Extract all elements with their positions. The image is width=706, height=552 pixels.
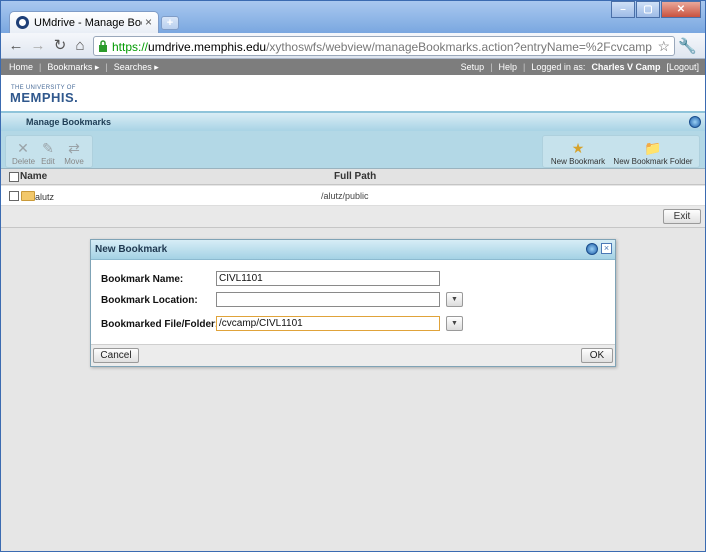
help-icon[interactable] (689, 116, 701, 128)
bookmark-name-label: Bookmark Name: (101, 274, 184, 285)
bookmark-location-input[interactable] (216, 292, 440, 307)
logo-big-text: MEMPHIS. (10, 90, 79, 105)
maximize-button[interactable]: ▢ (636, 1, 660, 18)
browser-toolbar: ← → ↻ ⌂ https://umdrive.memphis.edu/xyth… (1, 33, 705, 59)
university-logo[interactable]: THE UNIVERSITY OF MEMPHIS. (1, 75, 705, 111)
delete-button[interactable]: ✕ Delete (12, 140, 36, 166)
dialog-help-icon[interactable] (586, 243, 598, 255)
bookmark-name-input[interactable] (216, 271, 440, 286)
dialog-footer: Cancel OK (91, 344, 615, 366)
new-bookmark-dialog: New Bookmark × Bookmark Name: Bookmark L… (90, 239, 616, 367)
delete-label: Delete (12, 157, 36, 166)
tab-close-icon[interactable]: × (145, 15, 152, 29)
new-bookmark-label: New Bookmark (550, 157, 606, 166)
new-bookmark-star-icon: ★ (571, 140, 585, 156)
nav-home-link[interactable]: Home (9, 62, 33, 72)
dialog-title: New Bookmark (95, 244, 168, 255)
forward-arrow-icon[interactable]: → (29, 37, 47, 55)
nav-setup-link[interactable]: Setup (461, 62, 485, 72)
action-toolbar: ✕ Delete ✎ Edit ⇄ Move ★ New Bookmark 📁 … (1, 131, 705, 169)
address-bar[interactable]: https://umdrive.memphis.edu/xythoswfs/we… (93, 36, 675, 56)
bookmarked-path-label: Bookmarked File/Folder: (101, 319, 219, 330)
exit-bar: Exit (1, 206, 705, 228)
list-header: Name Full Path (1, 169, 705, 185)
url-text: https://umdrive.memphis.edu/xythoswfs/we… (112, 40, 652, 54)
url-host: umdrive.memphis.edu (148, 40, 267, 54)
url-path: /xythoswfs/webview/manageBookmarks.actio… (266, 40, 652, 54)
browser-window: UMdrive - Manage Bookmarks × + – ▢ ✕ ← →… (0, 0, 706, 552)
back-arrow-icon[interactable]: ← (7, 37, 25, 55)
logout-link[interactable]: [Logout] (666, 62, 699, 72)
reload-icon[interactable]: ↻ (51, 37, 69, 55)
wrench-menu-icon[interactable]: 🔧 (678, 37, 697, 55)
row-full-path: /alutz/public (321, 191, 369, 201)
exit-button[interactable]: Exit (663, 209, 701, 224)
new-bookmark-folder-label: New Bookmark Folder (613, 157, 693, 166)
move-icon: ⇄ (68, 140, 80, 156)
column-full-path-header[interactable]: Full Path (334, 171, 376, 182)
edit-pencil-icon: ✎ (42, 140, 54, 156)
location-dropdown-button[interactable]: ▼ (446, 292, 463, 307)
nav-help-link[interactable]: Help (499, 62, 518, 72)
home-icon[interactable]: ⌂ (71, 37, 89, 55)
umdrive-favicon-icon (16, 16, 29, 29)
edit-button[interactable]: ✎ Edit (40, 140, 56, 166)
row-name[interactable]: alutz (35, 192, 54, 202)
logged-in-label: Logged in as: (531, 62, 586, 72)
app-nav-bar: Home | Bookmarks ▸ | Searches ▸ Setup | Help | L… (1, 59, 705, 75)
new-bookmark-folder-button[interactable]: 📁 New Bookmark Folder (611, 140, 695, 166)
nav-searches-menu[interactable]: Searches ▸ (114, 62, 159, 72)
tab-title: UMdrive - Manage Bookmarks (34, 17, 142, 29)
section-header: Manage Bookmarks (1, 111, 705, 131)
title-bar: UMdrive - Manage Bookmarks × + – ▢ ✕ (1, 1, 705, 33)
nav-bookmarks-menu[interactable]: Bookmarks ▸ (47, 62, 99, 72)
window-controls: – ▢ ✕ (610, 1, 701, 18)
page-title: Manage Bookmarks (26, 117, 112, 127)
new-bookmark-button[interactable]: ★ New Bookmark (549, 140, 607, 166)
table-row[interactable]: alutz /alutz/public (1, 186, 705, 206)
bookmark-star-icon[interactable]: ☆ (657, 38, 670, 55)
new-bookmark-folder-icon: 📁 (644, 140, 662, 156)
delete-x-icon: ✕ (17, 140, 29, 156)
edit-actions-group: ✕ Delete ✎ Edit ⇄ Move (5, 135, 93, 168)
folder-icon (21, 191, 35, 201)
move-button[interactable]: ⇄ Move (62, 140, 86, 166)
move-label: Move (64, 157, 84, 166)
edit-label: Edit (41, 157, 55, 166)
bookmark-location-label: Bookmark Location: (101, 295, 198, 306)
select-all-checkbox[interactable] (9, 172, 19, 182)
user-name: Charles V Camp (591, 62, 661, 72)
column-name-header[interactable]: Name (20, 171, 47, 182)
bookmarked-path-input[interactable] (216, 316, 440, 331)
cancel-button[interactable]: Cancel (93, 348, 139, 363)
lock-icon (99, 40, 107, 52)
browser-tab[interactable]: UMdrive - Manage Bookmarks × (9, 11, 159, 33)
row-checkbox[interactable] (9, 191, 19, 201)
page-viewport: Home | Bookmarks ▸ | Searches ▸ Setup | Help | L… (1, 59, 705, 551)
new-tab-button[interactable]: + (161, 16, 179, 30)
dialog-close-icon[interactable]: × (601, 243, 612, 254)
minimize-button[interactable]: – (611, 1, 635, 18)
url-scheme: https:// (112, 40, 149, 54)
ok-button[interactable]: OK (581, 348, 613, 363)
close-window-button[interactable]: ✕ (661, 1, 701, 18)
dialog-title-bar: New Bookmark × (91, 240, 615, 260)
create-actions-group: ★ New Bookmark 📁 New Bookmark Folder (542, 135, 700, 168)
path-dropdown-button[interactable]: ▼ (446, 316, 463, 331)
